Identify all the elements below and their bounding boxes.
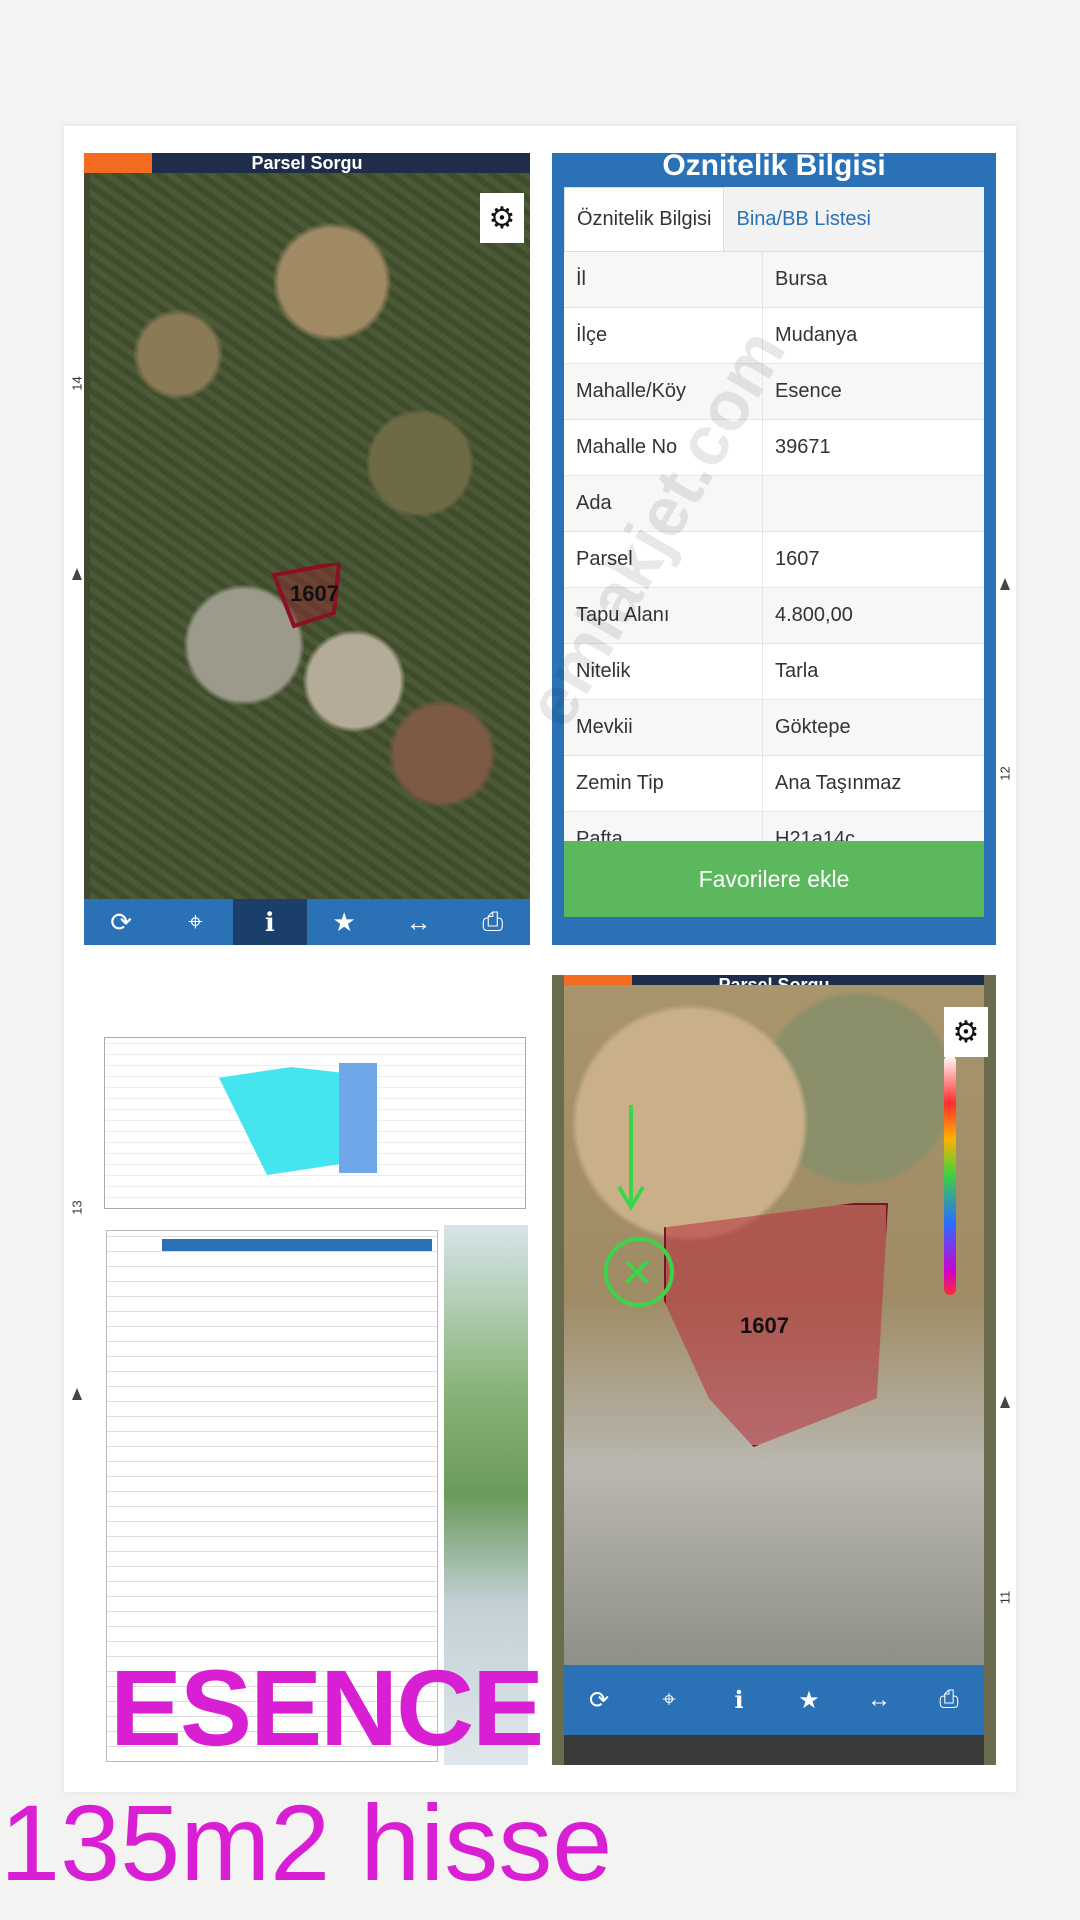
parcel-map-panel: Parsel Sorgu 1607 ⚙ ⟳ ⌖ ℹ ★ ↔ ⎙ [84,153,530,945]
refresh-icon[interactable]: ⟳ [564,1665,634,1735]
gear-icon[interactable]: ⚙ [944,1007,988,1057]
arrows-h-icon[interactable]: ↔ [844,1665,914,1735]
row-value [763,476,775,531]
green-arrow-icon [617,1105,645,1211]
side-mark-11: 11 [997,1590,1013,1605]
star-icon[interactable]: ★ [774,1665,844,1735]
row-value: 39671 [775,436,831,458]
parcel-map-closeup-panel: Parsel Sorgu 1607 ⚙ × ⟳ ⌖ ℹ ★ ↔ ⎙ [552,975,996,1765]
row-key: Zemin Tip [564,756,763,811]
table-row: Mahalle No 39671 [564,420,984,476]
brand-strip [84,153,152,173]
row-value: Bursa [775,268,828,290]
gear-icon[interactable]: ⚙ [480,193,524,243]
refresh-icon[interactable]: ⟳ [84,899,158,945]
satellite-map[interactable] [90,173,530,899]
tab-attribute-info[interactable]: Öznitelik Bilgisi [564,187,725,251]
crosshair-icon[interactable]: ⌖ [158,899,232,945]
form-header-bar [162,1239,432,1251]
marker-x-icon: × [621,1242,653,1302]
app-title: Parsel Sorgu [251,153,363,173]
side-arrow [1000,1396,1010,1408]
table-row: Mevkii Göktepe [564,700,984,756]
row-value: Tarla [775,660,819,682]
parcel-number-label: 1607 [740,1313,789,1338]
print-icon[interactable]: ⎙ [456,899,530,945]
side-mark-14: 14 [69,376,85,391]
tab-building-list[interactable]: Bina/BB Listesi [724,187,883,251]
row-value: Ana Taşınmaz [775,772,902,794]
color-scale-slider[interactable] [944,1055,956,1295]
side-arrow [72,568,82,580]
info-icon[interactable]: ℹ [704,1665,774,1735]
side-mark-12: 12 [997,766,1013,781]
row-value: Göktepe [775,716,851,738]
row-value: 1607 [775,548,820,570]
side-arrow [1000,578,1010,590]
star-icon[interactable]: ★ [307,899,381,945]
bottom-toolbar [552,917,996,945]
parcel-number-label: 1607 [290,581,339,606]
row-value: 4.800,00 [775,604,853,626]
bottom-toolbar: ⟳ ⌖ ℹ ★ ↔ ⎙ [84,899,530,945]
overlay-title: ESENCE [110,1647,544,1768]
arrows-h-icon[interactable]: ↔ [381,899,455,945]
document-header [84,975,528,1035]
tab-bar: Öznitelik Bilgisi Bina/BB Listesi [564,187,984,252]
table-row: İl Bursa [564,252,984,308]
crosshair-icon[interactable]: ⌖ [634,1665,704,1735]
panel-title: Öznitelik Bilgisi [662,153,886,182]
table-row: Zemin Tip Ana Taşınmaz [564,756,984,812]
bottom-toolbar: ⟳ ⌖ ℹ ★ ↔ ⎙ [564,1665,984,1735]
print-icon[interactable]: ⎙ [914,1665,984,1735]
parcel-highlight [339,1063,377,1173]
add-to-favorites-button[interactable]: Favorilere ekle [564,841,984,917]
android-nav-bar [564,1735,984,1765]
side-arrow [72,1388,82,1400]
app-header: Parsel Sorgu [84,153,530,173]
overlay-subtitle: 135m2 hisse [0,1782,613,1903]
row-key: İl [564,252,763,307]
info-icon[interactable]: ℹ [232,899,307,945]
side-mark-13: 13 [69,1200,85,1215]
